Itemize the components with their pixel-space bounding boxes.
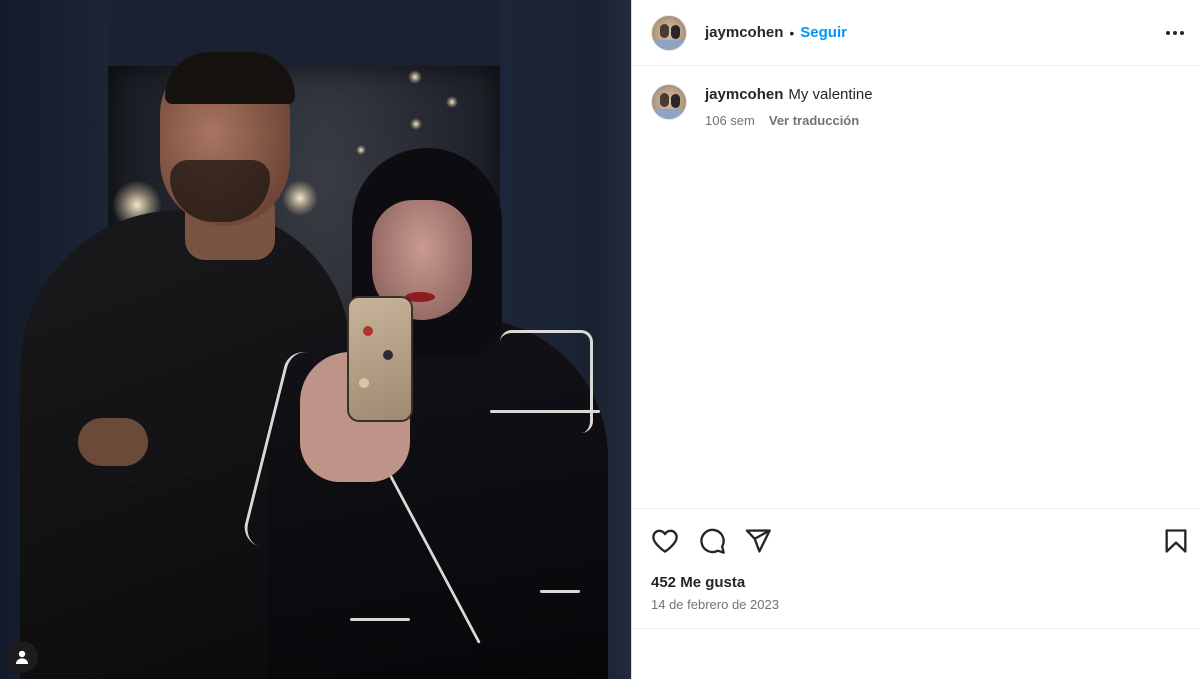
post-photo[interactable] <box>0 0 631 679</box>
post-date[interactable]: 14 de febrero de 2023 <box>651 597 779 612</box>
post-details-panel: jaymcohen • Seguir jaymcohen My valentine… <box>631 0 1200 679</box>
photo-jacket-piping <box>350 618 410 621</box>
caption-body: jaymcohen My valentine 106 sem Ver traducc… <box>705 84 873 128</box>
photo-phone-sticker <box>363 326 373 336</box>
more-dot <box>1173 31 1177 35</box>
photo-jacket-piping <box>490 410 600 413</box>
more-dot <box>1180 31 1184 35</box>
heart-icon[interactable] <box>651 527 679 555</box>
photo-phone-sticker <box>383 350 393 360</box>
avatar-figure <box>660 23 669 38</box>
avatar[interactable] <box>651 14 687 51</box>
caption-text: My valentine <box>788 86 873 103</box>
avatar-ground <box>652 39 686 50</box>
photo-phone <box>347 296 413 422</box>
photo-light <box>282 180 318 216</box>
share-icon[interactable] <box>744 527 772 555</box>
post-age[interactable]: 106 sem <box>705 113 755 128</box>
post-header: jaymcohen • Seguir <box>632 0 1200 66</box>
photo-light <box>408 70 422 84</box>
avatar-figure <box>671 24 680 39</box>
photo-phone-sticker <box>359 378 369 388</box>
comment-icon[interactable] <box>698 527 726 555</box>
caption-meta: 106 sem Ver traducción <box>705 113 873 128</box>
photo-man-hair <box>165 52 295 104</box>
avatar-ground <box>652 109 686 119</box>
divider <box>632 628 1200 629</box>
user-tag-icon <box>16 650 28 664</box>
likes-count[interactable]: 452 Me gusta <box>651 574 745 591</box>
photo-light <box>356 145 366 155</box>
action-bar <box>632 508 1200 554</box>
photo-jacket-piping <box>500 330 593 433</box>
more-dot <box>1166 31 1170 35</box>
photo-jacket-piping <box>540 590 580 593</box>
caption-line: jaymcohen My valentine <box>705 84 873 106</box>
tagged-users-button[interactable] <box>6 641 38 673</box>
avatar-figure <box>660 93 669 107</box>
caption: jaymcohen My valentine 106 sem Ver traducc… <box>651 84 873 128</box>
follow-button[interactable]: Seguir <box>800 24 847 41</box>
separator-dot: • <box>789 24 795 41</box>
bookmark-icon[interactable] <box>1162 527 1190 555</box>
photo-light <box>446 96 458 108</box>
avatar[interactable] <box>651 84 687 120</box>
photo-man-hand <box>78 418 148 466</box>
photo-light <box>410 118 422 130</box>
username-link[interactable]: jaymcohen <box>705 24 783 41</box>
translate-link[interactable]: Ver traducción <box>769 113 859 128</box>
more-options-icon[interactable] <box>1163 22 1187 44</box>
caption-username-link[interactable]: jaymcohen <box>705 86 783 103</box>
avatar-figure <box>671 94 680 108</box>
